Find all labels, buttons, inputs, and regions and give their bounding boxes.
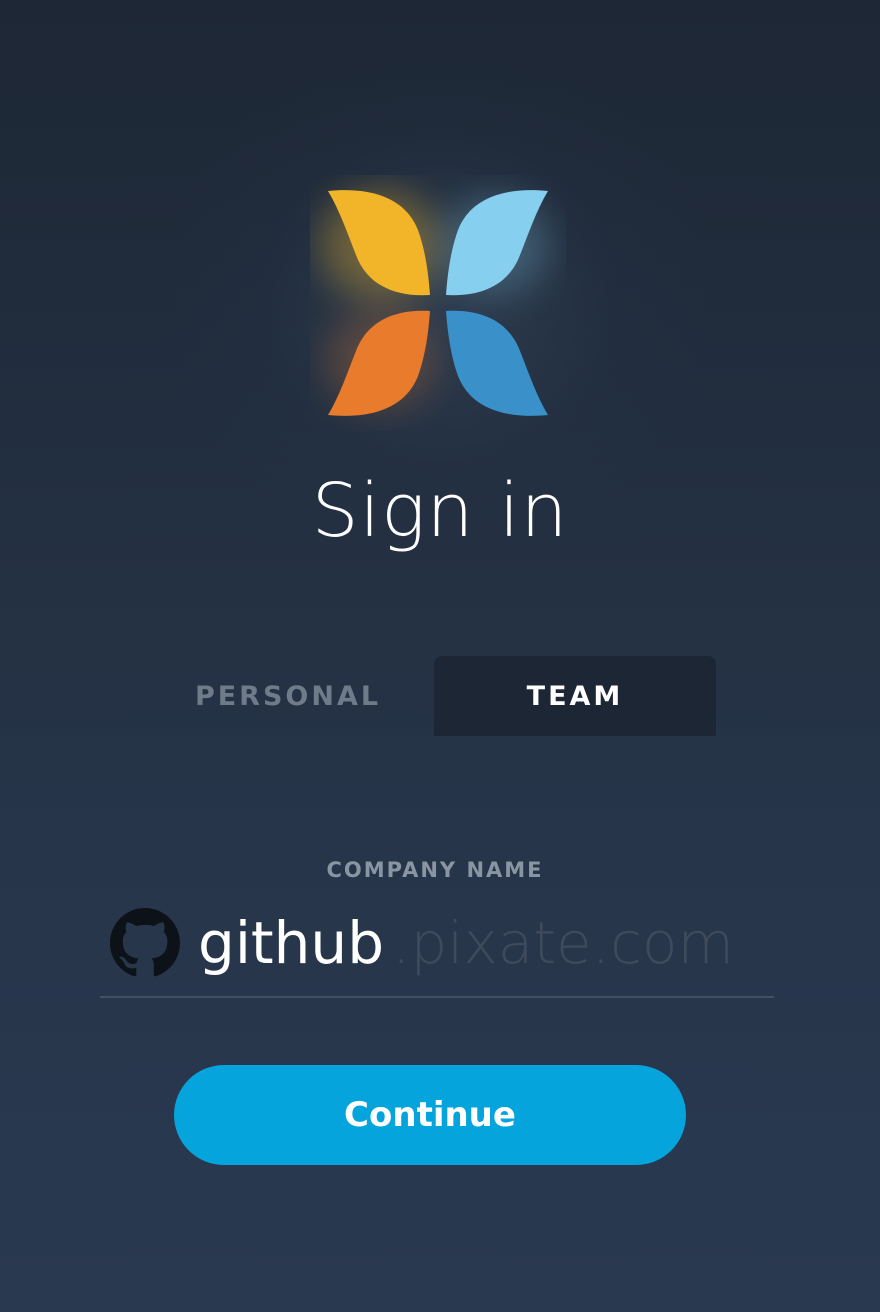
page-title: Sign in: [311, 468, 569, 554]
company-name-input[interactable]: github: [198, 903, 384, 983]
company-name-field[interactable]: github .pixate.com: [198, 903, 734, 983]
tab-personal[interactable]: PERSONAL: [150, 656, 426, 736]
tab-personal-label: PERSONAL: [194, 680, 382, 712]
form-panel: [0, 736, 880, 1312]
field-underline: [100, 996, 774, 998]
tab-team[interactable]: TEAM: [434, 656, 716, 736]
continue-button[interactable]: Continue: [174, 1065, 686, 1165]
github-icon: [110, 908, 180, 977]
pixate-logo-icon: [320, 190, 550, 416]
domain-suffix: .pixate.com: [392, 909, 734, 977]
company-name-label: COMPANY NAME: [326, 858, 544, 882]
tab-team-label: TEAM: [526, 680, 624, 712]
